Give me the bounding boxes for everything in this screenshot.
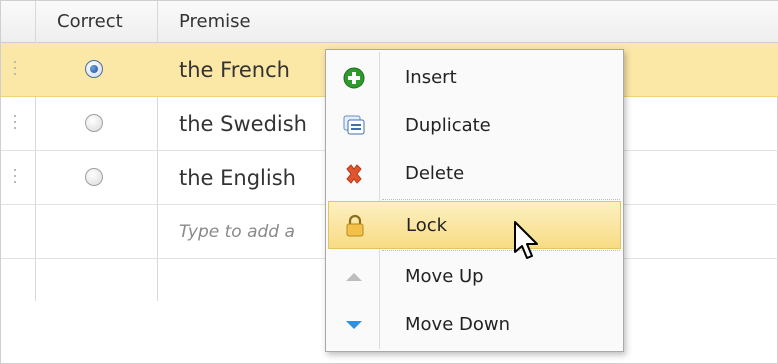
row-drag-handle[interactable] xyxy=(13,169,17,187)
menu-item-insert[interactable]: Insert xyxy=(328,54,621,102)
menu-item-move-up[interactable]: Move Up xyxy=(328,253,621,301)
premise-cell[interactable]: the English xyxy=(179,151,296,205)
context-menu: Insert Duplicate Delete Lock Move Up Mov… xyxy=(325,49,624,352)
menu-item-move-down[interactable]: Move Down xyxy=(328,301,621,349)
duplicate-icon xyxy=(342,114,366,138)
menu-item-label: Lock xyxy=(406,215,448,236)
row-drag-handle[interactable] xyxy=(13,115,17,133)
correct-radio[interactable] xyxy=(85,168,103,186)
grid-header: Correct Premise xyxy=(1,1,778,43)
correct-radio[interactable] xyxy=(85,60,103,78)
delete-icon xyxy=(342,162,366,186)
lock-icon xyxy=(343,214,367,238)
new-row-placeholder[interactable]: Type to add a xyxy=(179,205,295,259)
move-up-icon xyxy=(342,265,366,289)
menu-item-label: Delete xyxy=(405,163,465,184)
mouse-cursor-icon xyxy=(512,220,542,264)
insert-icon xyxy=(342,66,366,90)
column-header-premise[interactable]: Premise xyxy=(179,1,251,43)
menu-item-label: Move Up xyxy=(405,266,484,287)
row-drag-handle[interactable] xyxy=(13,61,17,79)
menu-item-duplicate[interactable]: Duplicate xyxy=(328,102,621,150)
column-header-correct[interactable]: Correct xyxy=(57,1,123,43)
menu-item-delete[interactable]: Delete xyxy=(328,150,621,198)
menu-separator xyxy=(382,250,620,251)
premise-cell[interactable]: the Swedish xyxy=(179,97,307,151)
menu-item-lock[interactable]: Lock xyxy=(328,201,621,249)
menu-separator xyxy=(382,199,620,200)
move-down-icon xyxy=(342,313,366,337)
menu-item-label: Duplicate xyxy=(405,115,491,136)
correct-radio[interactable] xyxy=(85,114,103,132)
premise-cell[interactable]: the French xyxy=(179,43,290,97)
menu-item-label: Move Down xyxy=(405,314,510,335)
menu-item-label: Insert xyxy=(405,67,457,88)
